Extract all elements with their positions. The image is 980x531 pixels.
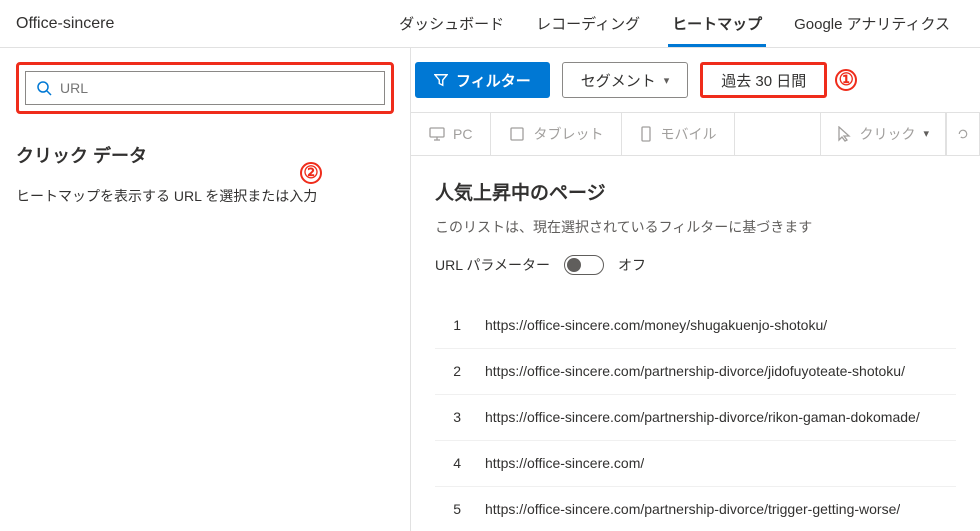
trending-list: 1https://office-sincere.com/money/shugak… xyxy=(435,303,956,531)
search-icon xyxy=(36,80,52,96)
right-panel: フィルター セグメント ▾ 過去 30 日間 ① PC タブレット モバイル xyxy=(410,48,980,531)
chevron-down-icon: ▾ xyxy=(923,127,929,140)
url-param-toggle[interactable] xyxy=(564,255,604,275)
cursor-icon xyxy=(837,126,851,142)
annotation-1: ① xyxy=(835,69,857,91)
list-item[interactable]: 5https://office-sincere.com/partnership-… xyxy=(435,487,956,531)
nav-dashboard[interactable]: ダッシュボード xyxy=(385,0,518,47)
click-mode-button[interactable]: クリック ▾ xyxy=(820,113,946,155)
filter-button[interactable]: フィルター xyxy=(415,62,550,98)
device-tablet-tab[interactable]: タブレット xyxy=(491,113,622,155)
trending-title: 人気上昇中のページ xyxy=(435,178,956,205)
device-mobile-tab[interactable]: モバイル xyxy=(622,113,735,155)
top-nav: ダッシュボード レコーディング ヒートマップ Google アナリティクス xyxy=(385,0,964,47)
url-param-state: オフ xyxy=(618,255,646,275)
url-search-box[interactable] xyxy=(25,71,385,105)
chevron-down-icon: ▾ xyxy=(664,74,670,87)
left-panel: ② クリック データ ヒートマップを表示する URL を選択または入力 xyxy=(0,48,410,531)
nav-recording[interactable]: レコーディング xyxy=(522,0,654,47)
url-param-label: URL パラメーター xyxy=(435,255,550,275)
mobile-icon xyxy=(640,126,652,142)
segment-button[interactable]: セグメント ▾ xyxy=(562,62,689,98)
filter-bar: フィルター セグメント ▾ 過去 30 日間 ① xyxy=(411,48,980,112)
segment-label: セグメント xyxy=(581,70,656,91)
url-search-input[interactable] xyxy=(60,80,374,96)
left-title: クリック データ xyxy=(16,142,394,168)
refresh-button[interactable] xyxy=(946,113,980,155)
topbar: Office-sincere ダッシュボード レコーディング ヒートマップ Go… xyxy=(0,0,980,48)
list-item[interactable]: 2https://office-sincere.com/partnership-… xyxy=(435,349,956,395)
device-bar: PC タブレット モバイル クリック ▾ xyxy=(411,112,980,156)
device-pc-tab[interactable]: PC xyxy=(411,113,491,155)
site-name: Office-sincere xyxy=(16,15,114,33)
url-param-row: URL パラメーター オフ xyxy=(435,255,956,275)
filter-icon xyxy=(434,73,448,87)
left-subtitle: ヒートマップを表示する URL を選択または入力 xyxy=(16,186,394,206)
trending-desc: このリストは、現在選択されているフィルターに基づきます xyxy=(435,217,956,237)
refresh-icon xyxy=(957,127,969,141)
list-item[interactable]: 1https://office-sincere.com/money/shugak… xyxy=(435,303,956,349)
content: 人気上昇中のページ このリストは、現在選択されているフィルターに基づきます UR… xyxy=(411,156,980,531)
search-highlight xyxy=(16,62,394,114)
list-item[interactable]: 3https://office-sincere.com/partnership-… xyxy=(435,395,956,441)
daterange-label: 過去 30 日間 xyxy=(721,70,806,91)
nav-analytics[interactable]: Google アナリティクス xyxy=(780,0,964,47)
filter-label: フィルター xyxy=(456,70,531,91)
list-item[interactable]: 4https://office-sincere.com/ xyxy=(435,441,956,487)
daterange-button[interactable]: 過去 30 日間 xyxy=(700,62,827,98)
desktop-icon xyxy=(429,127,445,141)
annotation-2: ② xyxy=(300,162,322,184)
tablet-icon xyxy=(509,127,525,141)
nav-heatmap[interactable]: ヒートマップ xyxy=(658,0,776,47)
